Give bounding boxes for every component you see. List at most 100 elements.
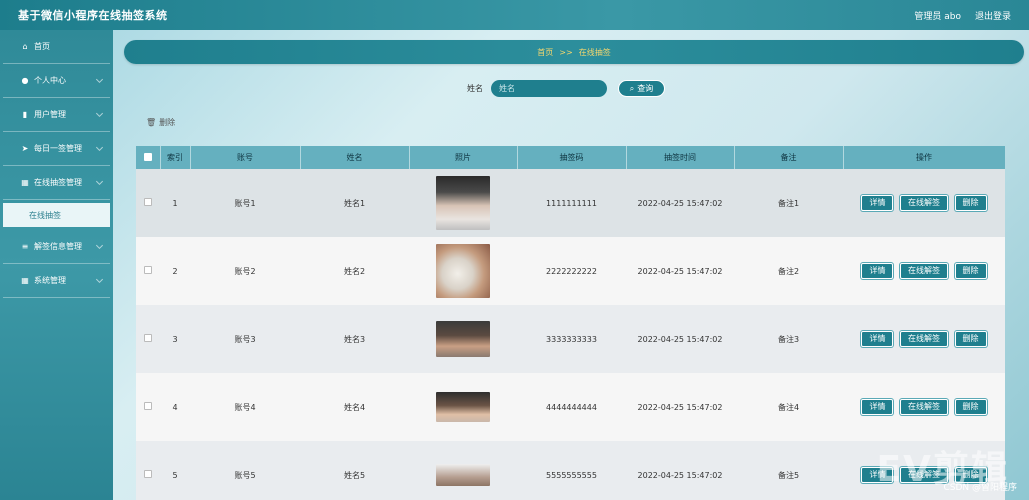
cell-code: 4444444444: [546, 402, 597, 412]
clipboard-icon: ▮: [22, 110, 28, 119]
cell-note: 备注4: [777, 402, 800, 412]
delete-button[interactable]: 删除: [954, 195, 987, 211]
cell-index: 1: [172, 198, 178, 208]
chevron-down-icon: [95, 241, 104, 250]
detail-button[interactable]: 详情: [861, 263, 894, 279]
sidebar-item-label: 在线抽签管理: [34, 178, 82, 187]
home-icon: ⌂: [22, 42, 28, 51]
photo-thumbnail[interactable]: [436, 244, 490, 298]
sidebar-item-label: 系统管理: [34, 276, 66, 285]
breadcrumb-home[interactable]: 首页: [537, 47, 553, 58]
photo-thumbnail[interactable]: [436, 464, 490, 486]
row-checkbox[interactable]: [144, 402, 152, 410]
cell-name: 姓名5: [343, 470, 366, 480]
cell-index: 3: [172, 334, 178, 344]
admin-label[interactable]: 管理员 abo: [914, 9, 961, 22]
sidebar-item-label: 用户管理: [34, 110, 66, 119]
header-name: 姓名: [300, 146, 410, 169]
cell-account: 账号3: [234, 334, 256, 344]
cell-note: 备注1: [777, 198, 800, 208]
row-checkbox[interactable]: [144, 198, 152, 206]
chevron-down-icon: [95, 143, 104, 152]
interpret-button[interactable]: 在线解签: [900, 399, 948, 415]
query-button[interactable]: ⌕ 查询: [618, 80, 665, 97]
select-all-checkbox[interactable]: [143, 152, 152, 161]
bulk-delete-label: 删除: [159, 118, 176, 127]
sidebar-item-system[interactable]: ▦ 系统管理: [3, 264, 110, 298]
grid-icon: ▦: [21, 178, 29, 187]
sidebar-item-profile[interactable]: ● 个人中心: [3, 64, 110, 98]
cell-name: 姓名3: [343, 334, 366, 344]
photo-thumbnail[interactable]: [436, 392, 490, 422]
search-input[interactable]: [491, 80, 607, 97]
delete-button[interactable]: 删除: [954, 331, 987, 347]
table-header-row: 索引 账号 姓名 照片 抽签码 抽签时间 备注 操作: [136, 146, 1005, 169]
interpret-button[interactable]: 在线解签: [900, 263, 948, 279]
main-content: 首页 >> 在线抽签 姓名 ⌕ 查询 🗑 删除 索引 账号 姓名: [113, 30, 1029, 500]
interpret-button[interactable]: 在线解签: [900, 195, 948, 211]
detail-button[interactable]: 详情: [861, 399, 894, 415]
search-bar: 姓名 ⌕ 查询: [467, 80, 665, 97]
query-button-label: 查询: [637, 84, 654, 93]
sidebar: ⌂ 首页 ● 个人中心 ▮ 用户管理 ➤ 每日一签管理 ▦ 在线抽签管理 在线抽…: [0, 30, 113, 500]
top-bar: 基于微信小程序在线抽签系统 管理员 abo 退出登录: [0, 0, 1029, 30]
breadcrumb: 首页 >> 在线抽签: [124, 40, 1024, 64]
trash-icon: 🗑: [146, 118, 157, 127]
interpret-button[interactable]: 在线解签: [900, 331, 948, 347]
app-title: 基于微信小程序在线抽签系统: [18, 9, 168, 22]
row-checkbox[interactable]: [144, 266, 152, 274]
breadcrumb-separator: >>: [559, 47, 573, 57]
cell-name: 姓名2: [343, 266, 366, 276]
search-icon: ⌕: [629, 83, 635, 93]
list-icon: ≡: [21, 242, 29, 251]
cell-time: 2022-04-25 15:47:02: [637, 470, 723, 480]
header-account: 账号: [190, 146, 301, 169]
sidebar-item-label: 个人中心: [34, 76, 66, 85]
cell-index: 5: [172, 470, 178, 480]
table-row: 2 账号2 姓名2 2222222222 2022-04-25 15:47:02…: [136, 237, 1005, 305]
detail-button[interactable]: 详情: [861, 331, 894, 347]
cell-note: 备注2: [777, 266, 800, 276]
header-select-all[interactable]: [136, 146, 161, 169]
cell-account: 账号1: [234, 198, 256, 208]
cell-note: 备注5: [777, 470, 800, 480]
sidebar-item-label: 每日一签管理: [34, 144, 82, 153]
chevron-down-icon: [95, 275, 104, 284]
cell-note: 备注3: [777, 334, 800, 344]
cell-time: 2022-04-25 15:47:02: [637, 334, 723, 344]
sidebar-subitem-online-draw[interactable]: 在线抽签: [3, 203, 110, 227]
sidebar-item-users[interactable]: ▮ 用户管理: [3, 98, 110, 132]
header-time: 抽签时间: [626, 146, 735, 169]
logout-button[interactable]: 退出登录: [975, 9, 1011, 22]
cell-account: 账号2: [234, 266, 256, 276]
row-checkbox[interactable]: [144, 334, 152, 342]
grid-icon: ▦: [21, 276, 29, 285]
chevron-down-icon: [95, 109, 104, 118]
sidebar-item-draw[interactable]: ▦ 在线抽签管理: [3, 166, 110, 200]
cell-time: 2022-04-25 15:47:02: [637, 402, 723, 412]
sidebar-item-home[interactable]: ⌂ 首页: [3, 30, 110, 64]
row-checkbox[interactable]: [144, 470, 152, 478]
cell-account: 账号4: [234, 402, 256, 412]
delete-button[interactable]: 删除: [954, 263, 987, 279]
sidebar-item-label: 解签信息管理: [34, 242, 82, 251]
table-row: 3 账号3 姓名3 3333333333 2022-04-25 15:47:02…: [136, 305, 1005, 373]
cell-name: 姓名4: [343, 402, 366, 412]
photo-thumbnail[interactable]: [436, 321, 490, 357]
bulk-delete-button[interactable]: 🗑 删除: [146, 117, 175, 128]
cell-index: 4: [172, 402, 178, 412]
cell-code: 2222222222: [546, 266, 597, 276]
user-icon: ●: [21, 76, 29, 85]
header-note: 备注: [734, 146, 844, 169]
cell-name: 姓名1: [343, 198, 366, 208]
header-code: 抽签码: [517, 146, 627, 169]
table-row: 4 账号4 姓名4 4444444444 2022-04-25 15:47:02…: [136, 373, 1005, 441]
cell-code: 5555555555: [546, 470, 597, 480]
send-icon: ➤: [21, 144, 29, 153]
detail-button[interactable]: 详情: [861, 195, 894, 211]
sidebar-item-interpret[interactable]: ≡ 解签信息管理: [3, 230, 110, 264]
delete-button[interactable]: 删除: [954, 399, 987, 415]
breadcrumb-current: 在线抽签: [578, 47, 611, 57]
photo-thumbnail[interactable]: [436, 176, 490, 230]
sidebar-item-daily[interactable]: ➤ 每日一签管理: [3, 132, 110, 166]
